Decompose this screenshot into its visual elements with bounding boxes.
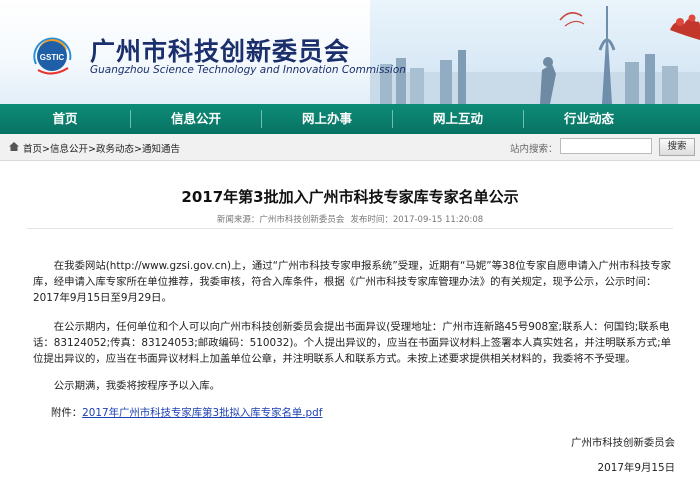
- article-title: 2017年第3批加入广州市科技专家库专家名单公示: [181, 188, 519, 206]
- logo-badge-text: GSTIC: [40, 53, 65, 62]
- breadcrumb-bar: 首页>信息公开>政务动态>通知通告 站内搜索： 搜索: [0, 134, 700, 161]
- breadcrumb-gov-news[interactable]: 政务动态: [96, 144, 134, 155]
- gstic-logo-icon: GSTIC: [33, 37, 72, 75]
- nav-item-online-interaction[interactable]: 网上互动: [393, 104, 523, 134]
- nav-item-online-services[interactable]: 网上办事: [262, 104, 392, 134]
- site-header: GSTIC 广州市科技创新委员会 Guangzhou Science Techn…: [0, 0, 700, 104]
- article-meta: 新闻来源：广州市科技创新委员会 发布时间：2017-09-15 11:20:08: [0, 213, 700, 225]
- search-label: 站内搜索：: [510, 144, 558, 155]
- breadcrumb: 首页>信息公开>政务动态>通知通告: [23, 141, 180, 155]
- home-icon: [9, 142, 19, 151]
- breadcrumb-separator: >: [88, 144, 96, 155]
- article-paragraph: 公示期满，我委将按程序予以入库。: [53, 380, 221, 392]
- title-divider: [27, 228, 673, 229]
- attachment-link[interactable]: 2017年广州市科技专家库第3批拟入库专家名单.pdf: [82, 407, 322, 419]
- breadcrumb-info-disclosure[interactable]: 信息公开: [50, 144, 88, 155]
- site-title: 广州市科技创新委员会: [90, 37, 351, 66]
- breadcrumb-home[interactable]: 首页: [23, 144, 42, 155]
- signature-org: 广州市科技创新委员会: [571, 437, 675, 449]
- nav-item-industry-news[interactable]: 行业动态: [524, 104, 654, 134]
- nav-item-home[interactable]: 首页: [0, 104, 130, 134]
- search-button[interactable]: 搜索: [659, 138, 695, 156]
- article-published-time: 发布时间：2017-09-15 11:20:08: [350, 215, 484, 225]
- attachment-label: 附件：: [51, 407, 83, 419]
- breadcrumb-notices[interactable]: 通知通告: [142, 144, 180, 155]
- breadcrumb-separator: >: [42, 144, 50, 155]
- city-skyline-image: [370, 6, 700, 104]
- main-nav: 首页 信息公开 网上办事 网上互动 行业动态: [0, 104, 700, 134]
- article-paragraph: 在公示期内，任何单位和个人可以向广州市科技创新委员会提出书面异议(受理地址：广州…: [33, 321, 671, 365]
- nav-item-info-disclosure[interactable]: 信息公开: [131, 104, 261, 134]
- article-paragraph: 在我委网站(http://www.gzsi.gov.cn)上，通过“广州市科技专…: [33, 260, 672, 304]
- signature-date: 2017年9月15日: [597, 462, 675, 474]
- search-input[interactable]: [560, 138, 652, 154]
- page: GSTIC 广州市科技创新委员会 Guangzhou Science Techn…: [0, 0, 700, 485]
- site-subtitle: Guangzhou Science Technology and Innovat…: [90, 64, 406, 76]
- article-source: 新闻来源：广州市科技创新委员会: [216, 215, 345, 225]
- breadcrumb-separator: >: [133, 144, 142, 155]
- attachment-line: 附件：2017年广州市科技专家库第3批拟入库专家名单.pdf: [51, 404, 322, 419]
